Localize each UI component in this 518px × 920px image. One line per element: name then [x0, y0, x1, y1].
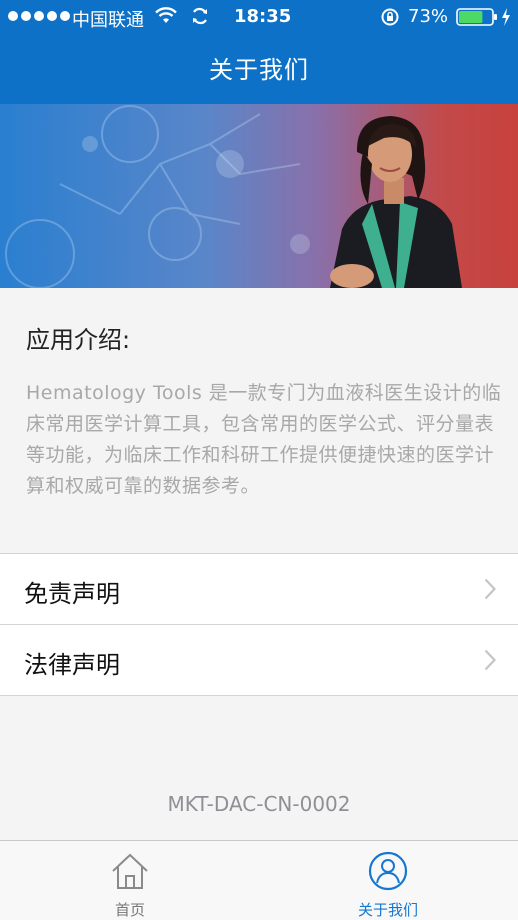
hero-banner	[0, 104, 518, 288]
status-bar: 中国联通 18:35 73%	[0, 0, 518, 34]
battery-icon	[456, 8, 497, 26]
disclaimer-row[interactable]: 免责声明	[0, 554, 518, 624]
intro-title: 应用介绍:	[26, 326, 131, 354]
sync-icon	[193, 7, 207, 25]
user-icon	[368, 851, 408, 891]
clock: 18:35	[234, 6, 292, 27]
legal-notice-row[interactable]: 法律声明	[0, 624, 518, 695]
signal-strength-icon	[8, 11, 70, 21]
tab-home[interactable]: 首页	[60, 841, 200, 920]
battery-percentage: 73%	[408, 6, 449, 27]
tab-about-us[interactable]: 关于我们	[318, 841, 458, 920]
banner-illustration	[5, 105, 462, 288]
document-code: MKT-DAC-CN-0002	[167, 792, 351, 816]
doctor-portrait	[330, 116, 462, 288]
header: 中国联通 18:35 73% 关于我们	[0, 0, 518, 104]
tab-bar: 首页 关于我们	[0, 840, 518, 920]
home-icon	[112, 853, 148, 889]
carrier-label: 中国联通	[72, 10, 144, 31]
wifi-icon	[155, 7, 177, 23]
page-title: 关于我们	[209, 56, 309, 84]
rotation-lock-icon	[381, 8, 399, 26]
disclaimer-label: 免责声明	[24, 580, 120, 608]
tab-home-label: 首页	[114, 901, 145, 919]
chevron-right-icon	[484, 578, 496, 600]
chevron-right-icon	[484, 649, 496, 671]
charging-icon	[502, 8, 510, 26]
intro-description: Hematology Tools 是一款专门为血液科医生设计的临床常用医学计算工…	[26, 382, 502, 497]
settings-list: 免责声明 法律声明	[0, 553, 518, 696]
app-intro-section: 应用介绍: Hematology Tools 是一款专门为血液科医生设计的临床常…	[0, 288, 518, 554]
tab-about-us-label: 关于我们	[357, 901, 418, 919]
legal-notice-label: 法律声明	[24, 651, 120, 679]
screen: 中国联通 18:35 73% 关于我们 应用介绍: Hematology Too…	[0, 0, 518, 920]
